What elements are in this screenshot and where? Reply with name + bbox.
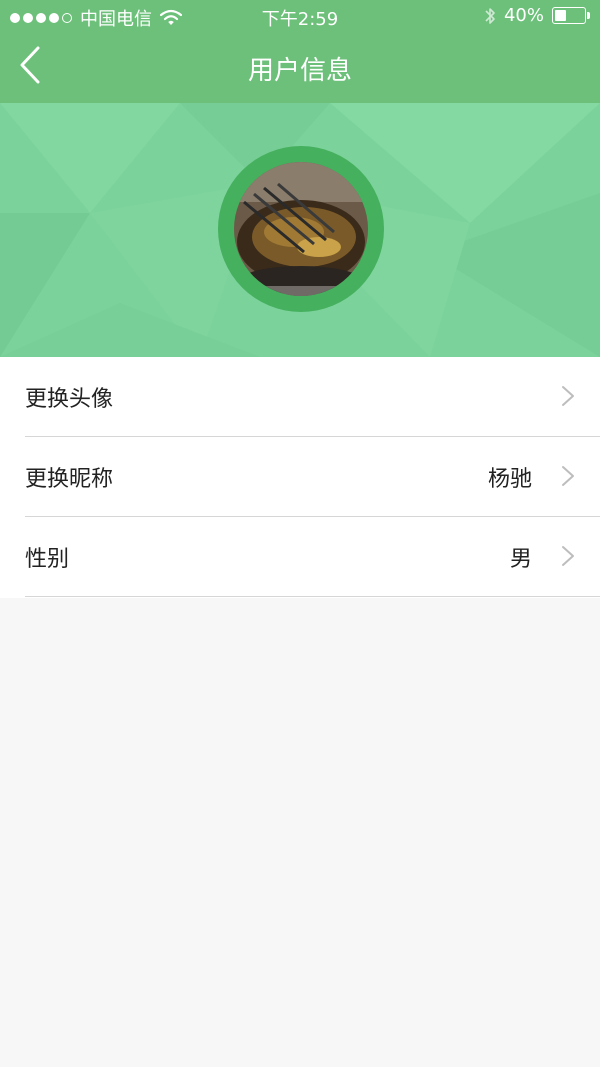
avatar[interactable] — [234, 162, 368, 296]
chevron-right-icon — [561, 545, 575, 567]
screen: 中国电信 下午2:59 40% 用户信息 更换头像 更换昵称 杨驰 性别 男 — [0, 0, 600, 1067]
divider — [25, 596, 600, 597]
page-title: 用户信息 — [247, 56, 352, 86]
status-right: 40% — [484, 5, 590, 26]
row-label: 更换头像 — [25, 387, 114, 412]
row-value: 男 — [509, 547, 532, 572]
avatar-photo — [234, 162, 368, 296]
chevron-right-icon — [561, 465, 575, 487]
battery-icon — [552, 7, 590, 24]
battery-cap — [587, 12, 590, 19]
status-bar: 中国电信 下午2:59 40% — [0, 0, 600, 32]
settings-row-change-avatar[interactable]: 更换头像 — [0, 357, 600, 437]
profile-banner — [0, 103, 600, 357]
settings-list: 更换头像 更换昵称 杨驰 性别 男 — [0, 357, 600, 598]
chevron-right-icon — [561, 385, 575, 407]
row-label: 更换昵称 — [25, 467, 114, 492]
row-value: 杨驰 — [487, 467, 532, 492]
settings-row-gender[interactable]: 性别 男 — [0, 517, 600, 597]
nav-bar: 用户信息 — [0, 32, 600, 103]
bluetooth-icon — [484, 6, 496, 26]
avatar-ring — [218, 146, 384, 312]
battery-level — [555, 10, 567, 21]
battery-percent: 40% — [503, 5, 544, 26]
top-bar: 中国电信 下午2:59 40% 用户信息 — [0, 0, 600, 103]
battery-body — [552, 7, 586, 24]
settings-row-change-nickname[interactable]: 更换昵称 杨驰 — [0, 437, 600, 517]
row-label: 性别 — [25, 547, 70, 572]
